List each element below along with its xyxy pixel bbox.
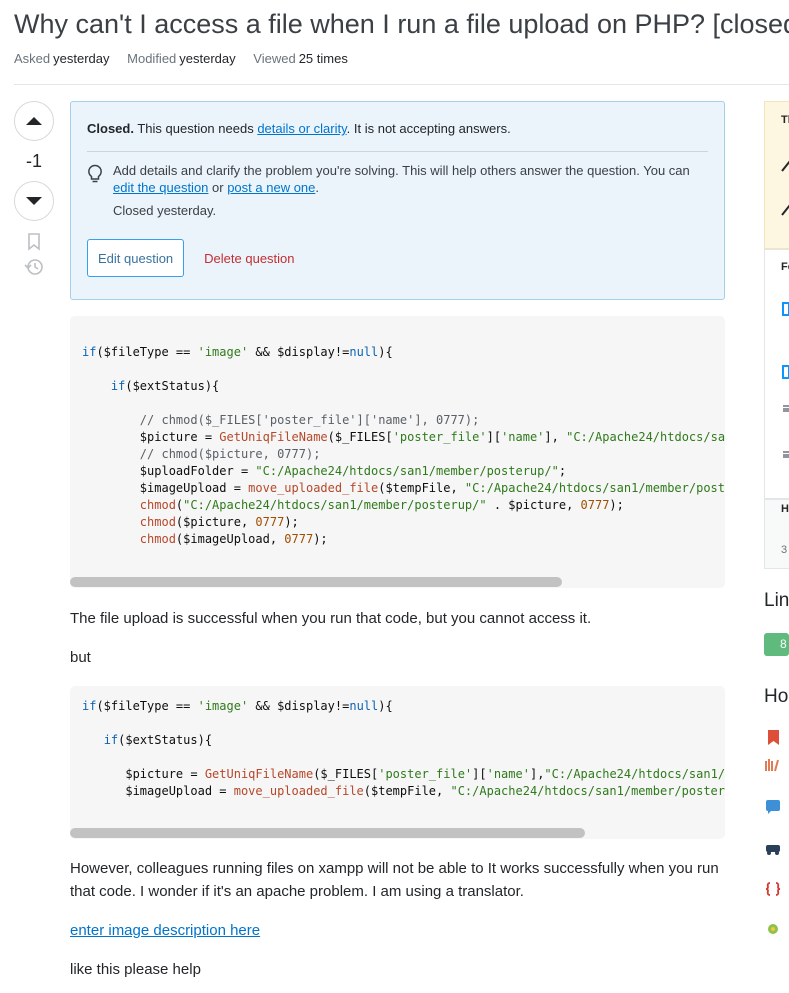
- sidebar-featured-box: Fe: [764, 249, 789, 499]
- meta-icon-2: [782, 365, 789, 379]
- upvote-button[interactable]: [14, 101, 54, 141]
- closed-reason: Closed. This question needs details or c…: [87, 120, 708, 138]
- modified-value[interactable]: yesterday: [179, 51, 235, 66]
- sidebar-box2-title: Fe: [781, 261, 789, 273]
- bookmark-site-icon[interactable]: [767, 729, 780, 746]
- linked-heading: Lin: [764, 590, 789, 611]
- stack-icon-2: [783, 451, 789, 458]
- car-site-icon[interactable]: [765, 841, 781, 855]
- post-new-link[interactable]: post a new one: [227, 180, 315, 195]
- bookmark-button[interactable]: [14, 233, 54, 251]
- viewed-value: 25 times: [298, 51, 348, 66]
- hint-end: .: [315, 180, 320, 195]
- closed-text-1: This question needs: [133, 121, 258, 136]
- asked-label: Asked: [14, 51, 51, 66]
- code-text-1: if($fileType == 'image' && $display!=nul…: [82, 345, 725, 546]
- sidebar-blog-box: Th: [764, 101, 789, 249]
- title-divider: [14, 84, 789, 85]
- asked-value: yesterday: [53, 51, 110, 66]
- downvote-button[interactable]: [14, 181, 54, 221]
- books-site-icon[interactable]: [765, 758, 782, 772]
- vote-cell: -1: [14, 101, 54, 277]
- modified-label: Modified: [127, 51, 177, 66]
- sidebar-hot-meta-box: H 3: [764, 499, 789, 569]
- meta-icon: [782, 302, 789, 316]
- code-scrollbar-2[interactable]: [70, 828, 585, 838]
- pencil-icon-2: [781, 204, 789, 216]
- sidebar-box1-title: Th: [781, 114, 789, 126]
- code-text-2: if($fileType == 'image' && $display!=nul…: [82, 699, 725, 798]
- edit-question-button[interactable]: Edit question: [87, 239, 185, 277]
- question-title[interactable]: Why can't I access a file when I run a f…: [14, 6, 789, 42]
- lightbulb-icon: [88, 164, 102, 183]
- code-block-1[interactable]: if($fileType == 'image' && $display!=nul…: [70, 316, 725, 588]
- closed-text-2: . It is not accepting answers.: [346, 121, 511, 136]
- plo-site-icon[interactable]: [765, 799, 781, 815]
- linked-score-badge[interactable]: 8: [764, 633, 789, 656]
- vote-count: -1: [25, 151, 42, 171]
- body-paragraph-3: However, colleagues running files on xam…: [70, 860, 719, 900]
- hint-text: Add details and clarify the problem you'…: [113, 163, 690, 178]
- code-scrollbar-1[interactable]: [70, 577, 562, 587]
- image-description-link[interactable]: enter image description here: [70, 922, 260, 939]
- notice-hint: Add details and clarify the problem you'…: [87, 162, 708, 196]
- pin-site-icon[interactable]: [765, 922, 781, 938]
- details-clarity-link[interactable]: details or clarity: [257, 121, 346, 136]
- arrow-up-icon: [26, 117, 42, 125]
- body-paragraph-4: like this please help: [70, 961, 201, 978]
- body-paragraph-1: The file upload is successful when you r…: [70, 610, 592, 627]
- question-meta: Asked yesterday Modified yesterday Viewed 2…: [14, 51, 362, 66]
- body-paragraph-2: but: [70, 649, 91, 666]
- stack-icon: [783, 405, 789, 412]
- sidebar-box3-title: H: [781, 503, 789, 515]
- closed-label: Closed.: [87, 121, 134, 136]
- sidebar-box3-value: 3: [781, 544, 788, 556]
- closed-notice: Closed. This question needs details or c…: [70, 101, 725, 300]
- hot-questions-heading: Ho: [764, 686, 789, 707]
- delete-question-button[interactable]: Delete question: [204, 251, 294, 266]
- closed-time: Closed yesterday.: [113, 203, 217, 218]
- braces-site-icon[interactable]: [765, 882, 781, 896]
- arrow-down-icon: [26, 197, 42, 205]
- viewed-label: Viewed: [253, 51, 296, 66]
- edit-question-link[interactable]: edit the question: [113, 180, 208, 195]
- hint-or: or: [208, 180, 228, 195]
- pencil-icon: [781, 160, 789, 172]
- history-icon: [24, 259, 43, 275]
- code-block-2[interactable]: if($fileType == 'image' && $display!=nul…: [70, 686, 725, 839]
- timeline-button[interactable]: [14, 257, 54, 277]
- bookmark-icon: [28, 233, 40, 251]
- notice-divider: [87, 151, 708, 152]
